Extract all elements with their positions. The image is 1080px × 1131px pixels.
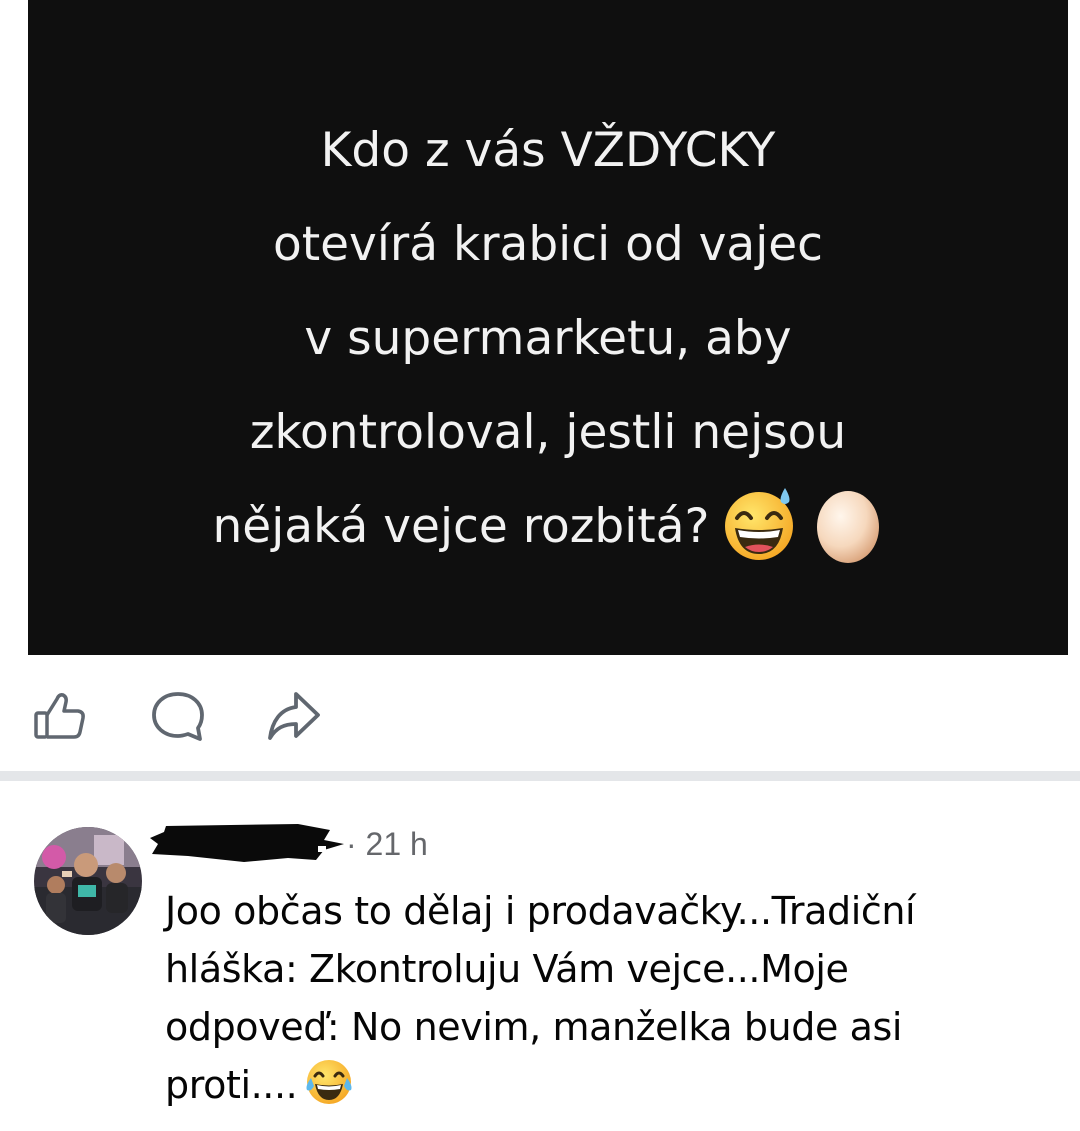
share-arrow-icon[interactable] (264, 686, 324, 746)
post-line-1: Kdo z vás VŽDYCKY (320, 123, 776, 178)
comment-line-4: proti.... (165, 1063, 298, 1107)
post-line-2: otevírá krabici od vajec (272, 217, 824, 272)
comment-line-4-wrap: proti.... (165, 1056, 1045, 1114)
post-line-5-wrap: nějaká vejce rozbitá? (28, 480, 1068, 574)
tears-of-joy-emoji (306, 1059, 352, 1104)
post-line-3: v supermarketu, aby (304, 311, 792, 366)
comment-timestamp: · 21 h (346, 826, 428, 862)
speech-bubble-icon[interactable] (148, 686, 208, 746)
section-divider (0, 771, 1080, 781)
comment-line-2: hláška: Zkontroluju Vám vejce...Moje (165, 947, 849, 991)
post-line-4: zkontroloval, jestli nejsou (249, 405, 847, 460)
commenter-avatar[interactable] (34, 827, 142, 935)
comment-body: Joo občas to dělaj i prodavačky...Tradič… (165, 882, 1045, 1114)
post-screenshot: Kdo z vás VŽDYCKY otevírá krabici od vaj… (0, 0, 1080, 1131)
thumbs-up-icon[interactable] (30, 686, 90, 746)
redacted-author-name[interactable] (148, 820, 348, 864)
post-line-5: nějaká vejce rozbitá? (212, 499, 710, 554)
grinning-sweat-emoji (725, 487, 794, 560)
post-caption: Kdo z vás VŽDYCKY otevírá krabici od vaj… (28, 104, 1068, 574)
comment-line-3: odpoveď: No nevim, manželka bude asi (165, 1005, 903, 1049)
egg-emoji (817, 490, 880, 563)
comment-line-1: Joo občas to dělaj i prodavačky...Tradič… (165, 889, 916, 933)
